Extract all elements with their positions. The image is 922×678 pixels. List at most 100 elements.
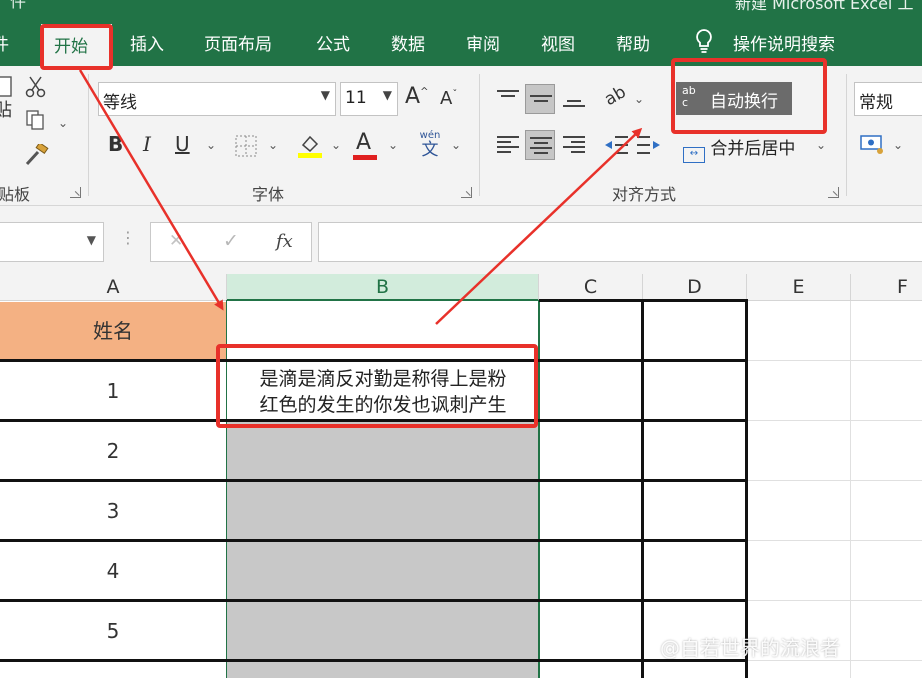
font-size-select[interactable]: 11 ▼ [340, 82, 398, 116]
tab-insert[interactable]: 插入 [130, 30, 164, 55]
borders-dropdown-icon[interactable]: ⌄ [268, 138, 278, 152]
font-name-select[interactable]: 等线 ▼ [98, 82, 336, 116]
number-format-select[interactable]: 常规 [854, 82, 922, 116]
font-name-value: 等线 [103, 93, 137, 113]
tell-me-search[interactable]: 操作说明搜索 [733, 30, 835, 55]
border-line [745, 299, 748, 678]
align-bottom-button[interactable] [559, 84, 589, 114]
accounting-dropdown-icon[interactable]: ⌄ [893, 138, 903, 152]
border-line [641, 299, 644, 678]
cell-a4[interactable]: 3 [0, 482, 226, 540]
merge-center-button[interactable]: ↔ 合并后居中 [683, 134, 795, 163]
underline-dropdown-icon[interactable]: ⌄ [206, 138, 216, 152]
borders-icon[interactable] [235, 135, 257, 157]
format-painter-icon[interactable] [25, 144, 49, 166]
quick-access-fragment: 件 [10, 0, 27, 11]
fill-color-dropdown-icon[interactable]: ⌄ [331, 138, 341, 152]
group-divider [846, 74, 847, 196]
font-color-dropdown-icon[interactable]: ⌄ [388, 138, 398, 152]
italic-button[interactable]: I [143, 134, 151, 154]
number-format-value: 常规 [859, 93, 893, 113]
column-header-f[interactable]: F [851, 274, 922, 301]
gridline [747, 360, 922, 361]
chevron-down-icon: ▼ [382, 88, 392, 102]
font-color-glyph: A [356, 130, 372, 155]
enter-icon[interactable]: ✓ [223, 230, 239, 252]
alignment-launcher-icon[interactable] [828, 187, 839, 198]
tab-data[interactable]: 数据 [391, 30, 425, 55]
border-line [0, 479, 747, 482]
column-letter-a: A [106, 276, 120, 298]
merge-icon: ↔ [683, 147, 705, 163]
orientation-dropdown-icon[interactable]: ⌄ [634, 92, 644, 106]
title-tab-bar: 件 新建 Microsoft Excel 工 件 开始 插入 页面布局 公式 数… [0, 0, 922, 68]
underline-button[interactable]: U [175, 134, 190, 154]
paste-icon [0, 76, 12, 97]
selection-border-right [538, 300, 540, 678]
align-top-button[interactable] [493, 84, 523, 114]
annotation-box-cell-b2 [216, 344, 538, 428]
tab-view[interactable]: 视图 [541, 30, 575, 55]
decrease-font-size-button[interactable]: Aˇ [440, 90, 457, 108]
lightbulb-icon[interactable] [693, 28, 715, 54]
clipboard-launcher-icon[interactable] [70, 187, 81, 198]
gridline [747, 600, 922, 601]
name-box[interactable]: ▼ [0, 222, 104, 262]
copy-dropdown-icon[interactable]: ⌄ [58, 116, 68, 130]
phonetic-dropdown-icon[interactable]: ⌄ [451, 138, 461, 152]
chevron-down-icon: ▼ [86, 233, 96, 247]
cell-a2[interactable]: 1 [0, 362, 226, 420]
tab-review[interactable]: 审阅 [466, 30, 500, 55]
alignment-group-label: 对齐方式 [612, 185, 677, 204]
font-launcher-icon[interactable] [461, 187, 472, 198]
align-middle-button[interactable] [525, 84, 555, 114]
increase-font-size-glyph: A [405, 84, 421, 109]
resize-handle-icon[interactable]: ⋮ [120, 228, 136, 247]
gridline [747, 540, 922, 541]
merge-dropdown-icon[interactable]: ⌄ [816, 138, 826, 152]
increase-indent-icon[interactable] [636, 134, 662, 156]
column-header-c[interactable]: C [539, 274, 643, 301]
font-color-button[interactable]: A [356, 132, 371, 154]
column-header-b[interactable]: B [227, 274, 539, 301]
caret-down-icon: ˇ [452, 89, 458, 100]
clipboard-group-label: 贴板 [0, 185, 31, 204]
accounting-format-icon[interactable] [860, 132, 888, 156]
tab-page-layout[interactable]: 页面布局 [204, 30, 272, 55]
insert-function-button[interactable]: fx [276, 231, 293, 252]
formula-buttons: ✕ ✓ fx [150, 222, 312, 262]
annotation-box-wrap-text [671, 58, 827, 134]
copy-icon[interactable] [25, 109, 47, 131]
column-header-a[interactable]: A [0, 274, 227, 301]
group-divider [88, 74, 89, 196]
fill-color-icon[interactable] [297, 131, 323, 159]
border-line [0, 539, 747, 542]
watermark: @自若世界的流浪者 [660, 636, 840, 660]
cell-a1[interactable]: 姓名 [0, 302, 226, 360]
formula-bar: ▼ ⋮ ✕ ✓ fx [0, 206, 922, 274]
paste-button[interactable]: 贴 [0, 102, 12, 120]
decrease-indent-icon[interactable] [603, 134, 629, 156]
align-center-button[interactable] [525, 130, 555, 160]
cut-icon[interactable] [25, 76, 47, 98]
cell-a6[interactable]: 5 [0, 602, 226, 660]
cell-a5[interactable]: 4 [0, 542, 226, 600]
cancel-icon[interactable]: ✕ [169, 231, 183, 251]
increase-font-size-button[interactable]: A^ [405, 86, 428, 108]
column-header-e[interactable]: E [747, 274, 851, 301]
selected-range-b3-b7[interactable] [227, 422, 539, 678]
cell-a3[interactable]: 2 [0, 422, 226, 480]
window-title: 新建 Microsoft Excel 工 [735, 0, 914, 13]
tab-formulas[interactable]: 公式 [316, 30, 350, 55]
chevron-down-icon: ▼ [320, 88, 330, 102]
column-header-d[interactable]: D [643, 274, 747, 301]
tab-help[interactable]: 帮助 [616, 30, 650, 55]
bold-button[interactable]: B [108, 134, 123, 154]
tab-file-fragment[interactable]: 件 [0, 30, 9, 55]
font-size-value: 11 [345, 88, 367, 108]
phonetic-guide-button[interactable]: wén 文 [418, 130, 442, 159]
orientation-icon[interactable]: ab [601, 82, 629, 110]
align-right-button[interactable] [559, 130, 589, 160]
align-left-button[interactable] [493, 130, 523, 160]
formula-input[interactable] [318, 222, 922, 262]
